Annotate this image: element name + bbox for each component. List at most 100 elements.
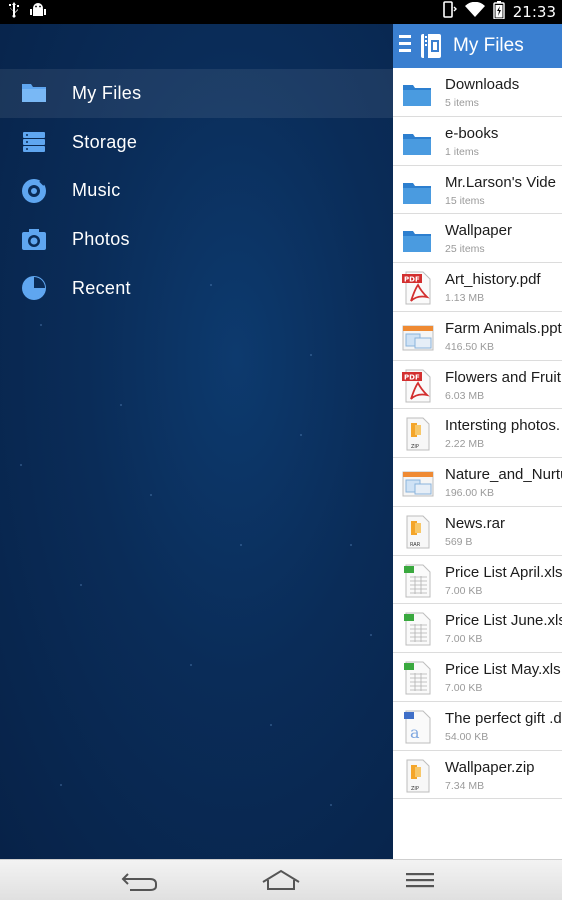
file-meta: 569 B [445, 535, 473, 548]
file-row[interactable]: ZIP Intersting photos. 2.22 MB [393, 409, 562, 458]
file-row[interactable]: Farm Animals.ppt 416.50 KB [393, 311, 562, 361]
drawer-item-label: Recent [72, 277, 131, 298]
drawer-item-photos[interactable]: Photos [0, 215, 393, 264]
file-row[interactable]: Nature_and_Nurtu 196.00 KB [393, 458, 562, 507]
back-icon[interactable] [120, 868, 160, 892]
background-speck [80, 584, 82, 586]
background-speck [300, 434, 302, 436]
file-name: The perfect gift .d [445, 709, 562, 727]
home-icon[interactable] [261, 868, 301, 892]
file-meta: 54.00 KB [445, 730, 489, 743]
background-speck [40, 324, 42, 326]
svg-text:PDF: PDF [404, 373, 420, 381]
file-row[interactable]: Price List May.xls 7.00 KB [393, 653, 562, 702]
storage-icon [20, 128, 48, 156]
file-meta: 7.00 KB [445, 682, 483, 694]
file-meta: 1 items [445, 145, 479, 158]
drawer-item-music[interactable]: Music [0, 166, 393, 215]
file-manager-logo-icon [419, 32, 445, 60]
file-list: Downloads 5 items e-books 1 items Mr.Larson'… [393, 68, 562, 800]
music-icon [20, 177, 48, 205]
file-row[interactable]: a The perfect gift .d 54.00 KB [393, 701, 562, 751]
zip-archive-icon: ZIP [401, 759, 433, 793]
action-bar: My Files [393, 24, 562, 68]
rar-archive-icon: RAR [401, 515, 433, 549]
background-speck [350, 544, 352, 546]
drawer-item-storage[interactable]: Storage [0, 118, 393, 167]
drawer-item-recent[interactable]: Recent [0, 264, 393, 313]
file-row[interactable]: e-books 1 items [393, 116, 562, 166]
file-name: Wallpaper.zip [445, 758, 535, 776]
status-bar: 21:33 [0, 0, 562, 24]
menu-icon[interactable] [402, 868, 442, 892]
presentation-file-icon [401, 320, 434, 354]
file-name: Price List June.xls [445, 612, 562, 630]
background-speck [20, 464, 22, 466]
svg-text:ZIP: ZIP [411, 786, 419, 792]
status-time: 21:33 [512, 3, 556, 21]
file-name: e-books [445, 124, 499, 142]
drawer-item-label: Storage [72, 131, 138, 152]
file-row[interactable]: ZIP Wallpaper.zip 7.34 MB [393, 750, 562, 800]
background-speck [370, 634, 372, 636]
file-row[interactable]: Mr.Larson's Vide 15 items [393, 165, 562, 215]
document-file-icon: a [401, 710, 433, 744]
file-name: Art_history.pdf [445, 271, 541, 288]
drawer-toggle-icon[interactable] [399, 35, 413, 57]
zip-archive-icon: ZIP [401, 417, 433, 451]
file-meta: 6.03 MB [445, 389, 485, 402]
file-meta: 7.00 KB [445, 633, 483, 646]
wifi-icon [464, 1, 485, 22]
file-name: Flowers and Fruit [445, 368, 561, 386]
drawer-item-my-files[interactable]: My Files [0, 69, 393, 118]
file-meta: 7.34 MB [445, 779, 485, 792]
file-meta: 15 items [445, 194, 485, 207]
file-row[interactable]: Price List June.xls 7.00 KB [393, 604, 562, 653]
battery-icon [493, 1, 505, 23]
file-row[interactable]: Price List April.xls 7.00 KB [393, 555, 562, 605]
file-row[interactable]: PDF Art_history.pdf 1.13 MB [393, 263, 562, 312]
background-speck [240, 544, 242, 546]
file-name: Intersting photos. [445, 417, 561, 435]
rotation-icon [441, 1, 457, 23]
file-panel: My Files Downloads 5 items e-books 1 items M… [393, 24, 562, 859]
background-speck [270, 724, 272, 726]
file-meta: 1.13 MB [445, 292, 485, 304]
recent-icon [20, 274, 48, 302]
pdf-file-icon: PDF [401, 369, 433, 403]
file-name: Price List May.xls [445, 661, 561, 678]
spreadsheet-file-icon [401, 661, 433, 695]
drawer-list: My Files Storage Music Photos Recent [0, 69, 393, 312]
folder-icon [401, 76, 433, 110]
folder-icon [20, 79, 48, 107]
file-meta: 25 items [445, 243, 485, 256]
folder-icon [401, 174, 433, 208]
system-nav-bar [0, 859, 562, 900]
file-meta: 196.00 KB [445, 487, 495, 499]
camera-icon [20, 225, 48, 253]
file-name: Farm Animals.ppt [445, 319, 562, 337]
file-meta: 7.00 KB [445, 584, 483, 597]
background-speck [150, 494, 152, 496]
file-row[interactable]: PDF Flowers and Fruit 6.03 MB [393, 360, 562, 410]
file-row[interactable]: RAR News.rar 569 B [393, 506, 562, 556]
file-name: News.rar [445, 514, 506, 532]
folder-icon [401, 125, 433, 159]
folder-icon [401, 222, 433, 256]
file-meta: 416.50 KB [445, 340, 495, 353]
file-row[interactable]: Downloads 5 items [393, 68, 562, 117]
android-debug-icon [30, 2, 46, 22]
spreadsheet-file-icon [401, 564, 433, 598]
background-speck [330, 804, 332, 806]
file-name: Downloads [445, 76, 520, 93]
background-speck [310, 354, 312, 356]
svg-text:PDF: PDF [404, 276, 420, 284]
background-speck [60, 784, 62, 786]
svg-text:RAR: RAR [410, 542, 421, 548]
file-name: Nature_and_Nurtu [445, 466, 562, 483]
drawer-item-label: Photos [72, 228, 130, 249]
file-row[interactable]: Wallpaper 25 items [393, 214, 562, 263]
drawer-item-label: Music [72, 180, 121, 201]
file-name: Mr.Larson's Vide [445, 173, 556, 191]
svg-text:ZIP: ZIP [411, 444, 419, 450]
